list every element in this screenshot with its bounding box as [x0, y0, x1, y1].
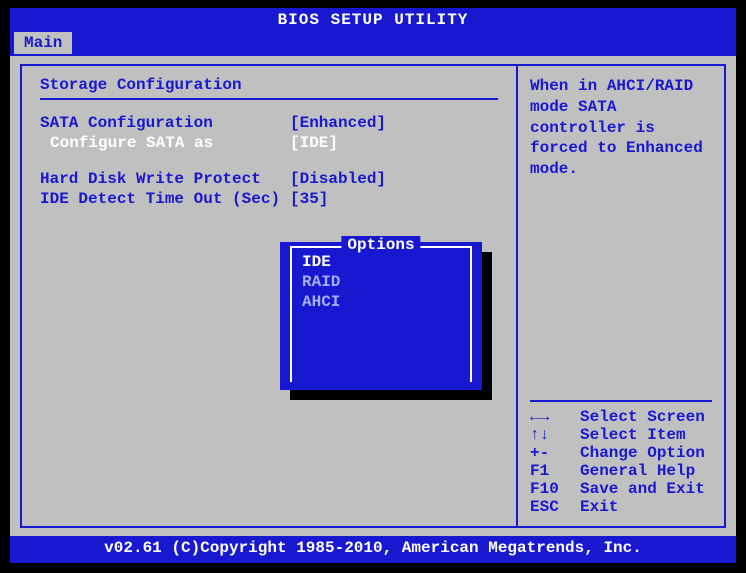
setting-configure-sata-as[interactable]: Configure SATA as [IDE]: [40, 134, 498, 152]
keyhelp-key: +-: [530, 444, 580, 462]
keyhelp-desc: Select Screen: [580, 408, 712, 426]
keyhelp-general-help: F1 General Help: [530, 462, 712, 480]
keyhelp-key: ↑↓: [530, 426, 580, 444]
keyhelp-desc: Select Item: [580, 426, 712, 444]
keyhelp-select-screen: ←→ Select Screen: [530, 408, 712, 426]
keyhelp-change-option: +- Change Option: [530, 444, 712, 462]
keyhelp-exit: ESC Exit: [530, 498, 712, 516]
options-popup: Options IDE RAID AHCI: [280, 242, 482, 390]
menu-tab-bar: Main: [10, 32, 736, 56]
settings-panel: Storage Configuration SATA Configuration…: [20, 64, 518, 528]
help-panel: When in AHCI/RAID mode SATA controller i…: [516, 64, 726, 528]
content-area: Storage Configuration SATA Configuration…: [10, 56, 736, 536]
keyhelp-desc: Exit: [580, 498, 712, 516]
setting-ide-timeout[interactable]: IDE Detect Time Out (Sec) [35]: [40, 190, 498, 208]
keyhelp-save-exit: F10 Save and Exit: [530, 480, 712, 498]
setting-value: [Disabled]: [290, 170, 498, 188]
keyhelp-desc: Save and Exit: [580, 480, 712, 498]
help-text: When in AHCI/RAID mode SATA controller i…: [530, 76, 712, 180]
spacer: [40, 154, 498, 170]
setting-label: Configure SATA as: [40, 134, 290, 152]
section-title: Storage Configuration: [40, 76, 498, 94]
bios-title: BIOS SETUP UTILITY: [10, 8, 736, 32]
setting-label: Hard Disk Write Protect: [40, 170, 290, 188]
key-help-block: ←→ Select Screen ↑↓ Select Item +- Chang…: [530, 394, 712, 516]
keyhelp-key: ESC: [530, 498, 580, 516]
keyhelp-key: ←→: [530, 408, 580, 426]
setting-value: [IDE]: [290, 134, 498, 152]
setting-sata-configuration[interactable]: SATA Configuration [Enhanced]: [40, 114, 498, 132]
setting-label: IDE Detect Time Out (Sec): [40, 190, 290, 208]
keyhelp-key: F1: [530, 462, 580, 480]
keyhelp-desc: Change Option: [580, 444, 712, 462]
setting-label: SATA Configuration: [40, 114, 290, 132]
setting-value: [35]: [290, 190, 498, 208]
divider: [40, 98, 498, 100]
tab-main[interactable]: Main: [14, 32, 72, 54]
divider: [530, 400, 712, 402]
keyhelp-key: F10: [530, 480, 580, 498]
keyhelp-select-item: ↑↓ Select Item: [530, 426, 712, 444]
option-ide[interactable]: IDE: [302, 252, 460, 272]
option-ahci[interactable]: AHCI: [302, 292, 460, 312]
footer-copyright: v02.61 (C)Copyright 1985-2010, American …: [10, 536, 736, 563]
setting-value: [Enhanced]: [290, 114, 498, 132]
setting-hd-write-protect[interactable]: Hard Disk Write Protect [Disabled]: [40, 170, 498, 188]
option-raid[interactable]: RAID: [302, 272, 460, 292]
keyhelp-desc: General Help: [580, 462, 712, 480]
popup-title: Options: [341, 236, 420, 254]
